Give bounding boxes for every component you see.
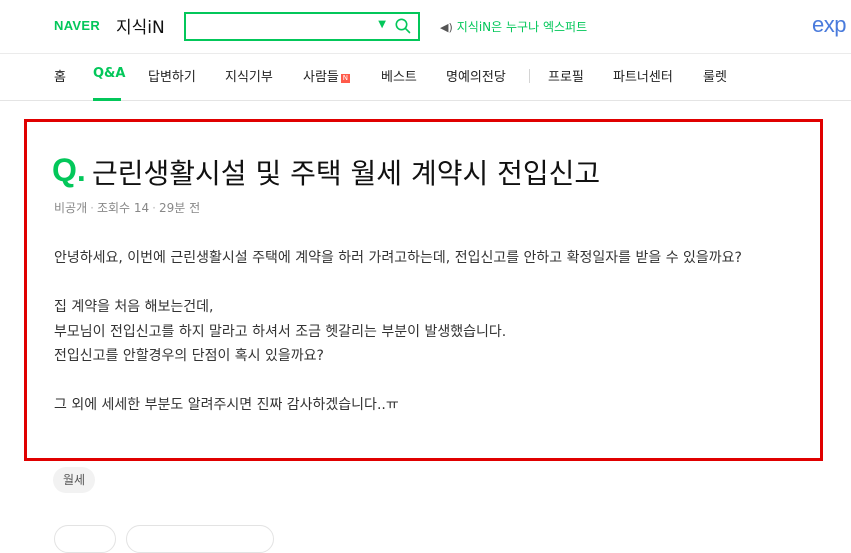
new-badge: N [340, 74, 350, 83]
top-header: NAVER 지식iN ▼ ◀) 지식iN은 누구나 엑스퍼트 exp [0, 0, 851, 54]
tag-chip[interactable]: 월세 [53, 467, 96, 493]
question-body: 안녕하세요, 이번에 근린생활시설 주택에 계약을 하러 가려고하는데, 전입신… [54, 246, 806, 418]
body-paragraph: 부모님이 전입신고를 하지 말라고 하셔서 조금 헷갈리는 부분이 발생했습니다… [54, 323, 507, 340]
nav-item-people[interactable]: 사람들 N [303, 66, 350, 85]
naver-logo[interactable]: NAVER [54, 18, 100, 33]
nav-item-qna[interactable]: Q&A [93, 66, 125, 81]
question-title: 근린생활시설 및 주택 월세 계약시 전입신고 [92, 157, 601, 190]
nav-item-partner-center[interactable]: 파트너센터 [613, 66, 673, 85]
nav-item-roulette[interactable]: 룰렛 [703, 66, 727, 85]
kin-logo[interactable]: 지식iN [116, 13, 165, 38]
search-input[interactable]: ▼ [184, 12, 420, 41]
body-paragraph: 전입신고를 안할경우의 단점이 혹시 있을까요? [54, 348, 324, 364]
nav-item-home[interactable]: 홈 [54, 66, 66, 85]
meta-separator: · [90, 201, 94, 215]
body-paragraph: 안녕하세요, 이번에 근린생활시설 주택에 계약을 하러 가려고하는데, 전입신… [54, 250, 742, 266]
active-tab-indicator [93, 98, 121, 101]
chevron-down-icon[interactable]: ▼ [378, 19, 386, 30]
nav-divider [529, 69, 530, 83]
exp-logo[interactable]: exp [812, 12, 846, 38]
action-pill[interactable] [126, 525, 274, 553]
search-icon[interactable] [394, 17, 412, 35]
author: 비공개 [54, 201, 88, 215]
speaker-icon: ◀) [440, 21, 453, 34]
question-mark-icon: Q. [52, 152, 86, 188]
meta-separator: · [152, 201, 156, 215]
nav-item-people-label: 사람들 [303, 70, 339, 85]
action-pill[interactable] [54, 525, 116, 553]
main-nav: 홈 Q&A 답변하기 지식기부 사람들 N 베스트 명예의전당 프로필 파트너센터… [0, 54, 851, 101]
view-count: 조회수 14 [96, 201, 150, 215]
nav-item-hall-of-fame[interactable]: 명예의전당 [446, 66, 506, 85]
expert-promo-text: 지식iN은 누구나 엑스퍼트 [456, 20, 588, 34]
question-meta: 비공개 · 조회수 14 · 29분 전 [54, 199, 200, 216]
post-time: 29분 전 [159, 201, 201, 215]
nav-item-donate[interactable]: 지식기부 [225, 66, 273, 85]
nav-item-answer[interactable]: 답변하기 [148, 66, 196, 85]
body-paragraph: 집 계약을 처음 해보는건데, [54, 299, 214, 315]
expert-promo-link[interactable]: ◀) 지식iN은 누구나 엑스퍼트 [440, 18, 587, 35]
nav-item-best[interactable]: 베스트 [381, 66, 417, 85]
body-paragraph: 그 외에 세세한 부분도 알려주시면 진짜 감사하겠습니다..ㅠ [54, 397, 399, 413]
nav-item-profile[interactable]: 프로필 [548, 66, 584, 85]
